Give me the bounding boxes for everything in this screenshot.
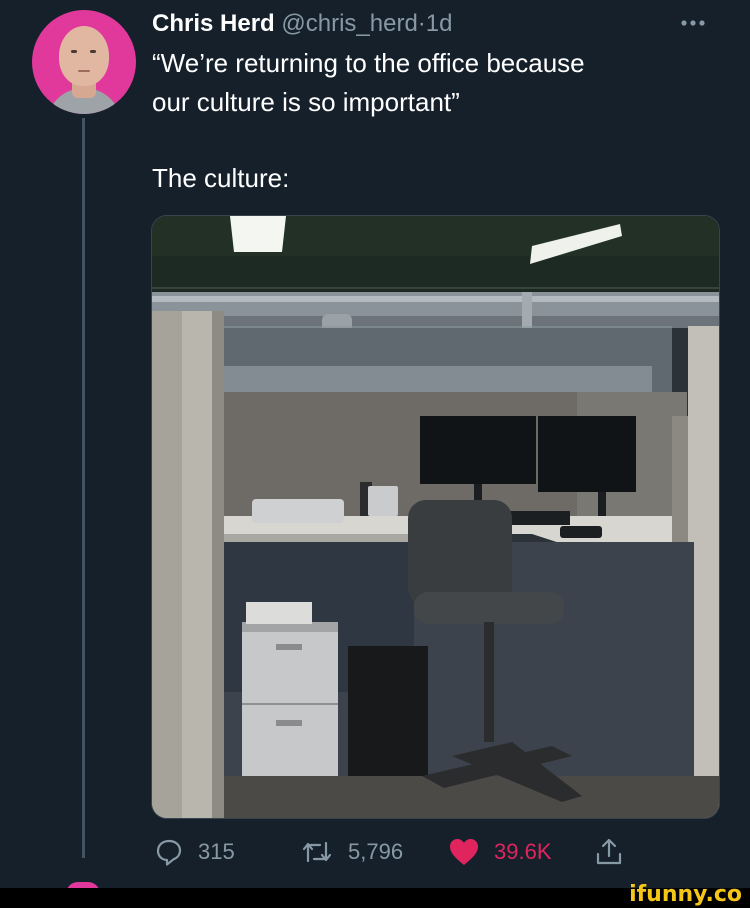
avatar-mouth — [78, 70, 90, 72]
reply-icon — [156, 839, 182, 866]
retweet-icon — [302, 841, 332, 863]
like-count: 39.6K — [494, 839, 552, 864]
office-cubicle-photo[interactable] — [151, 215, 720, 819]
tweet-text: “We’re returning to the office because o… — [152, 44, 712, 198]
heart-icon — [450, 839, 478, 865]
avatar-eye — [71, 50, 77, 53]
share-button[interactable] — [594, 832, 638, 872]
avatar-eye — [90, 50, 96, 53]
retweet-button[interactable]: 5,796 — [300, 832, 403, 872]
author-name[interactable]: Chris Herd — [152, 10, 275, 37]
separator-dot: · — [417, 10, 426, 37]
author-handle[interactable]: @chris_herd — [281, 10, 417, 37]
ellipsis-icon[interactable] — [680, 8, 706, 32]
cubicle-illustration — [152, 216, 719, 818]
reply-count: 315 — [198, 839, 235, 864]
avatar-head — [59, 26, 109, 86]
like-button[interactable]: 39.6K — [448, 832, 552, 872]
reply-button[interactable]: 315 — [154, 832, 235, 872]
tweet-actions: 315 5,796 39.6K — [152, 832, 652, 872]
author-avatar[interactable] — [32, 10, 136, 114]
tweet-line: our culture is so important” — [152, 87, 460, 117]
retweet-count: 5,796 — [348, 839, 404, 864]
more-dots-graphic — [681, 20, 705, 26]
tweet-line: “We’re returning to the office because — [152, 48, 585, 78]
thread-line — [82, 118, 85, 858]
ifunny-watermark: ifunny.co — [629, 882, 742, 907]
tweet-header: Chris Herd @chris_herd·1d — [152, 8, 453, 40]
tweet-timestamp[interactable]: 1d — [426, 10, 453, 37]
share-icon — [596, 838, 622, 865]
tweet-line: The culture: — [152, 163, 290, 193]
